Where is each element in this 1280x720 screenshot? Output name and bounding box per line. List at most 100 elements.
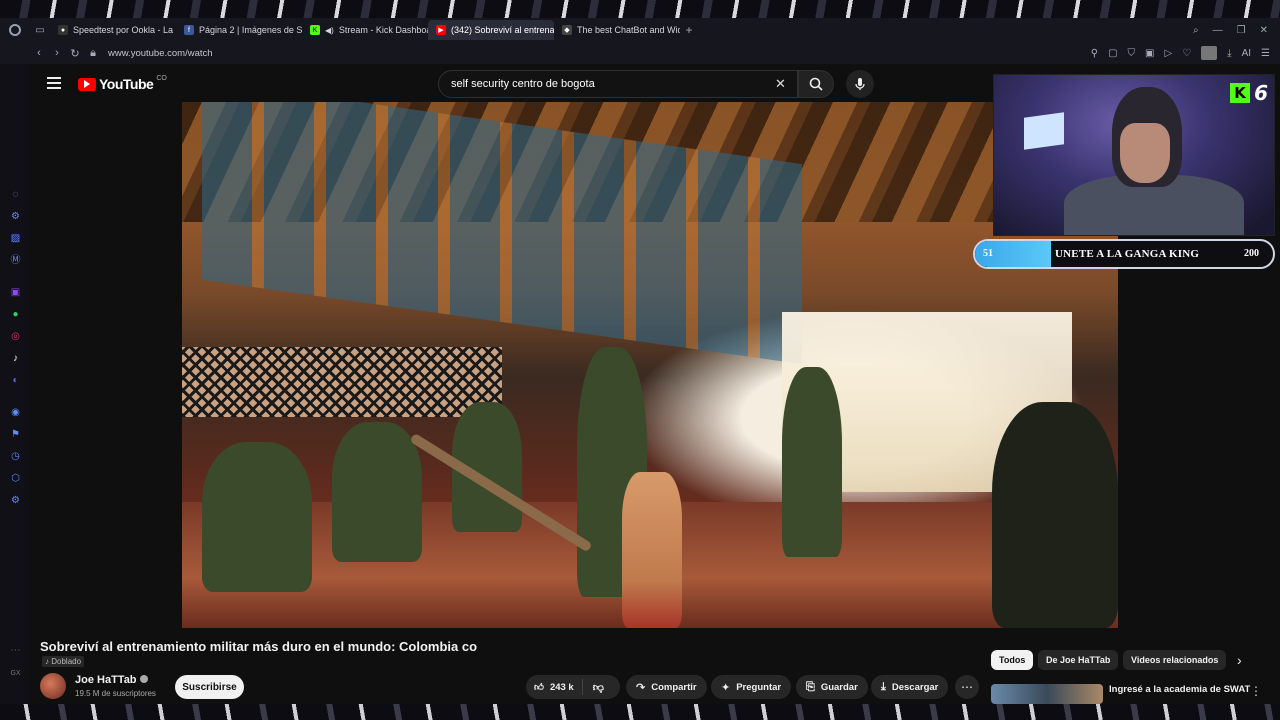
whatsapp-icon[interactable]: ● [9, 308, 22, 321]
chip-from-channel[interactable]: De Joe HaTTab [1038, 650, 1119, 670]
maximize-icon[interactable]: ❐ [1237, 25, 1246, 36]
chip-label: Videos relacionados [1131, 655, 1219, 665]
messenger-icon[interactable]: Ⓜ [9, 254, 22, 267]
forward-icon[interactable]: › [48, 47, 66, 59]
video-frame-lattice [182, 347, 502, 417]
tab-speedtest[interactable]: ● Speedtest por Ookla - La p [50, 20, 176, 40]
close-window-icon[interactable]: ✕ [1260, 25, 1268, 36]
tab-search-icon[interactable]: ⌕ [1193, 25, 1199, 36]
like-count: 243 k [549, 681, 574, 693]
reload-icon[interactable]: ↻ [66, 47, 84, 60]
related-video-thumbnail[interactable] [991, 684, 1103, 704]
tab-youtube-active[interactable]: ▶ (342) Sobreviví al entrena [428, 20, 554, 40]
lock-icon: 🔒︎ [90, 46, 96, 59]
ask-button[interactable]: ✦ Preguntar [711, 675, 792, 699]
goal-target: 200 [1244, 248, 1259, 259]
speaker-icon: ◀) [325, 25, 334, 35]
related-more-icon[interactable]: ⋮ [1250, 684, 1262, 698]
pinboard-icon[interactable]: ⚑ [9, 428, 22, 441]
video-frame-soldier [782, 367, 842, 557]
video-frame-soldier [202, 442, 312, 592]
opera-logo-icon[interactable] [0, 18, 30, 42]
pin-icon[interactable]: ⚲ [1091, 48, 1098, 59]
ask-label: Preguntar [736, 681, 782, 693]
wallet-icon[interactable]: ▣ [1145, 48, 1154, 59]
snapshot-icon[interactable]: ▢ [1108, 48, 1117, 59]
facebook-icon: f [184, 25, 194, 35]
chip-label: Todos [999, 655, 1026, 665]
share-button[interactable]: ↷ Compartir [626, 675, 707, 699]
opera-sidebar: ◌ ⚙ ▨ Ⓜ ▣ ● ◎ ♪ ◐ ◉ ⚑ ◷ ⬡ ⚙ ⋯ GX [0, 64, 30, 704]
robot-icon[interactable]: ⚙ [9, 210, 22, 223]
verified-icon [139, 675, 148, 683]
channel-name-row[interactable]: Joe HaTTab [75, 674, 148, 686]
chip-label: De Joe HaTTab [1046, 655, 1111, 665]
back-icon[interactable]: ‹ [30, 47, 48, 59]
tab-label: (342) Sobreviví al entrena [451, 25, 554, 35]
screen: ▭ ● Speedtest por Ookla - La p f Página … [0, 0, 1280, 720]
url-field[interactable]: www.youtube.com/watch [108, 48, 213, 59]
player-icon[interactable]: ◉ [9, 406, 22, 419]
menu-icon[interactable] [47, 77, 61, 89]
sidebar-more-icon[interactable]: ⋯ [9, 644, 22, 657]
chip-all[interactable]: Todos [991, 650, 1034, 670]
download-icon[interactable]: ⤓ [1227, 48, 1231, 59]
profile-avatar[interactable] [1201, 46, 1218, 60]
aria-icon[interactable]: ◌ [9, 188, 22, 201]
tab-imagenes[interactable]: f Página 2 | Imágenes de St [176, 20, 302, 40]
like-button[interactable]: 👍︎ 243 k [526, 679, 583, 695]
subscriber-count: 19.5 M de suscriptores [75, 689, 156, 698]
clear-search-icon[interactable]: ✕ [775, 76, 786, 92]
new-tab-plus-icon[interactable]: + [680, 23, 698, 37]
youtube-logo[interactable]: YouTube CO [78, 75, 167, 92]
twitch-icon[interactable]: ▣ [9, 286, 22, 299]
instagram-icon[interactable]: ◎ [9, 330, 22, 343]
search-button[interactable] [798, 70, 834, 98]
crypto-wallet-icon[interactable]: ▨ [9, 232, 22, 245]
subscribe-button[interactable]: Suscribirse [175, 675, 244, 699]
history-icon[interactable]: ◷ [9, 450, 22, 463]
shield-icon[interactable]: ⛉ [1128, 48, 1136, 59]
gx-icon[interactable]: GX [9, 667, 22, 680]
tab-label: Stream - Kick Dashboar [338, 25, 428, 35]
aria-ai-button[interactable]: AI [1242, 48, 1251, 59]
settings-icon[interactable]: ⚙ [9, 494, 22, 507]
ai-label: AI [1241, 47, 1252, 59]
tab-chatbot[interactable]: ◆ The best ChatBot and Wid [554, 20, 680, 40]
related-video-title[interactable]: Ingresé a la academia de SWAT [1109, 684, 1250, 695]
more-actions-icon[interactable]: ⋯ [955, 675, 979, 699]
youtube-wordmark: YouTube [99, 76, 154, 92]
video-frame-soldier [332, 422, 422, 562]
share-label: Compartir [651, 681, 697, 693]
search-query: self security centro de bogota [451, 78, 595, 90]
search-input[interactable]: self security centro de bogota [438, 70, 798, 98]
discord-icon[interactable]: ◐ [9, 374, 22, 387]
bookmark-icon: ⎘ [806, 680, 815, 693]
video-frame-boy [622, 472, 682, 628]
download-button[interactable]: ⤓ Descargar [871, 675, 949, 699]
webcam-monitor [1024, 112, 1064, 150]
download-label: Descargar [891, 681, 939, 693]
play-icon[interactable]: ▷ [1164, 48, 1172, 59]
voice-search-button[interactable] [846, 70, 874, 98]
dislike-button[interactable]: 👎︎ [583, 681, 614, 694]
save-button[interactable]: ⎘ Guardar [796, 675, 868, 699]
heart-icon[interactable]: ♡ [1182, 48, 1191, 59]
minimize-icon[interactable]: — [1213, 25, 1223, 36]
like-dislike-group: 👍︎ 243 k 👎︎ [526, 675, 620, 699]
webcam-overlay: K 6 [993, 74, 1275, 236]
chip-related[interactable]: Videos relacionados [1123, 650, 1227, 670]
tiktok-icon[interactable]: ♪ [9, 352, 22, 365]
workspaces-icon[interactable]: ▭ [30, 18, 50, 42]
chatbot-icon: ◆ [562, 25, 572, 35]
easy-setup-icon[interactable]: ☰ [1261, 48, 1270, 59]
channel-avatar[interactable] [40, 673, 66, 699]
tab-kick-dashboard[interactable]: K ◀) Stream - Kick Dashboar [302, 20, 428, 40]
webcam-person-face [1120, 123, 1170, 183]
stream-overlay-bottom-art [0, 704, 1280, 720]
extensions-icon[interactable]: ⬡ [9, 472, 22, 485]
browser-tab-bar: ▭ ● Speedtest por Ookla - La p f Página … [0, 18, 1280, 42]
chevron-right-icon[interactable]: › [1237, 652, 1242, 668]
video-player[interactable] [182, 102, 1118, 628]
github-icon: ● [58, 25, 68, 35]
